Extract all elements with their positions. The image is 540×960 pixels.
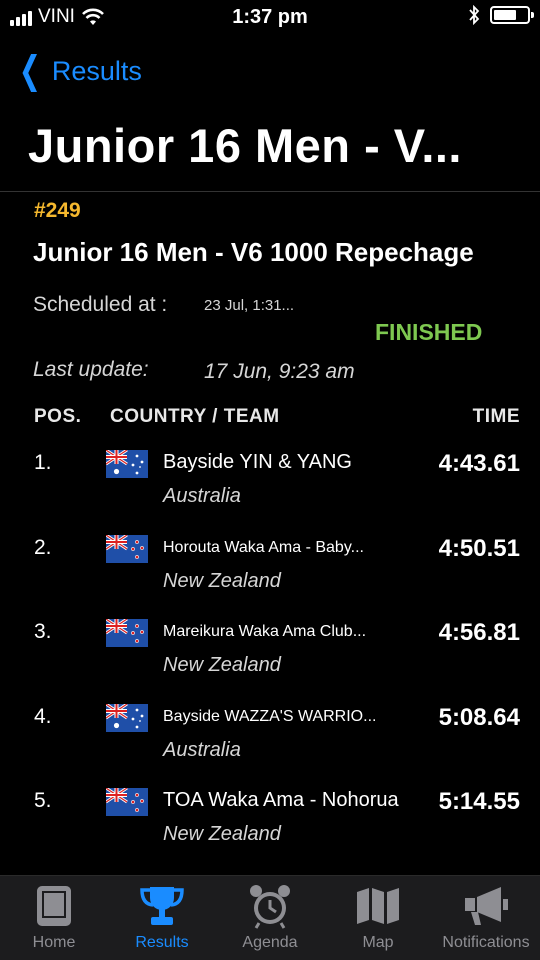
- result-country: New Zealand: [163, 654, 281, 676]
- result-time: 4:50.51: [438, 534, 520, 562]
- result-team-name: Bayside WAZZA'S WARRIO...: [163, 707, 377, 725]
- tab-agenda[interactable]: Agenda: [216, 876, 324, 960]
- result-row[interactable]: 4. Bayside WAZZA'S WARRIO... Australia 5…: [0, 694, 540, 779]
- last-update-value: 17 Jun, 9:23 am: [204, 360, 355, 383]
- tab-map[interactable]: Map: [324, 876, 432, 960]
- status-bar: VINI 1:37 pm: [0, 0, 540, 36]
- result-position: 3.: [34, 620, 52, 643]
- result-country: New Zealand: [163, 823, 281, 845]
- divider: [0, 191, 540, 192]
- battery-icon: [490, 6, 534, 24]
- last-update-label: Last update:: [33, 358, 149, 381]
- column-header-pos: POS.: [34, 406, 82, 427]
- tab-results-label: Results: [135, 934, 189, 951]
- scheduled-value: 23 Jul, 1:31...: [204, 297, 295, 314]
- race-status: FINISHED: [375, 319, 483, 345]
- result-position: 5.: [34, 789, 52, 812]
- back-button[interactable]: ❮ Results: [14, 52, 142, 90]
- australia-flag-icon: [106, 450, 148, 478]
- result-row[interactable]: 3. Mareikura Waka Ama Club... New Zealan…: [0, 609, 540, 694]
- column-header-team: COUNTRY / TEAM: [110, 406, 280, 427]
- result-position: 2.: [34, 535, 52, 559]
- result-position: 4.: [34, 704, 52, 728]
- tab-results[interactable]: Results: [108, 876, 216, 960]
- new-zealand-flag-icon: [106, 788, 148, 816]
- result-time: 4:43.61: [438, 450, 520, 477]
- new-zealand-flag-icon: [106, 534, 148, 563]
- result-time: 5:14.55: [438, 788, 520, 815]
- result-country: Australia: [163, 738, 241, 761]
- australia-flag-icon: [106, 703, 148, 732]
- tab-map-label: Map: [362, 934, 394, 951]
- result-team-name: Bayside YIN & YANG: [163, 451, 352, 473]
- race-title: Junior 16 Men - V6 1000 Repechage: [33, 237, 474, 267]
- bluetooth-icon: [469, 5, 480, 25]
- home-icon: [35, 882, 73, 930]
- trophy-icon: [139, 882, 185, 930]
- result-team-name: Mareikura Waka Ama Club...: [163, 623, 367, 640]
- new-zealand-flag-icon: [106, 619, 148, 647]
- tab-agenda-label: Agenda: [242, 934, 298, 951]
- result-team-name: TOA Waka Ama - Nohorua: [163, 789, 399, 811]
- result-time: 4:56.81: [438, 619, 520, 646]
- result-row[interactable]: 5. TOA Waka Ama - Nohorua New Zealand 5:…: [0, 778, 540, 863]
- scheduled-label: Scheduled at :: [33, 293, 168, 316]
- result-row[interactable]: 1. Bayside YIN & YANG Australia 4:43.61: [0, 440, 540, 525]
- result-position: 1.: [34, 451, 52, 474]
- tab-notifications[interactable]: Notifications: [432, 876, 540, 960]
- tab-home-label: Home: [32, 934, 76, 951]
- tab-bar: Home Results Agenda Map Notifications: [0, 875, 540, 960]
- chevron-left-icon: ❮: [18, 50, 42, 92]
- map-icon: [355, 882, 401, 930]
- megaphone-icon: [461, 882, 511, 930]
- status-time: 1:37 pm: [232, 6, 308, 28]
- back-button-label: Results: [51, 55, 142, 86]
- results-list: 1. Bayside YIN & YANG Australia 4:43.61 …: [0, 440, 540, 863]
- tab-notifications-label: Notifications: [442, 934, 530, 951]
- result-team-name: Horouta Waka Ama - Baby...: [163, 538, 364, 556]
- tab-home[interactable]: Home: [0, 876, 108, 960]
- status-right: [468, 5, 534, 25]
- result-country: New Zealand: [163, 569, 281, 592]
- result-row[interactable]: 2. Horouta Waka Ama - Baby... New Zealan…: [0, 525, 540, 610]
- alarm-clock-icon: [247, 882, 293, 930]
- page-title: Junior 16 Men - V...: [28, 119, 462, 172]
- result-country: Australia: [163, 485, 241, 507]
- column-header-time: TIME: [472, 406, 520, 427]
- result-time: 5:08.64: [438, 703, 520, 731]
- race-number: #249: [34, 199, 81, 222]
